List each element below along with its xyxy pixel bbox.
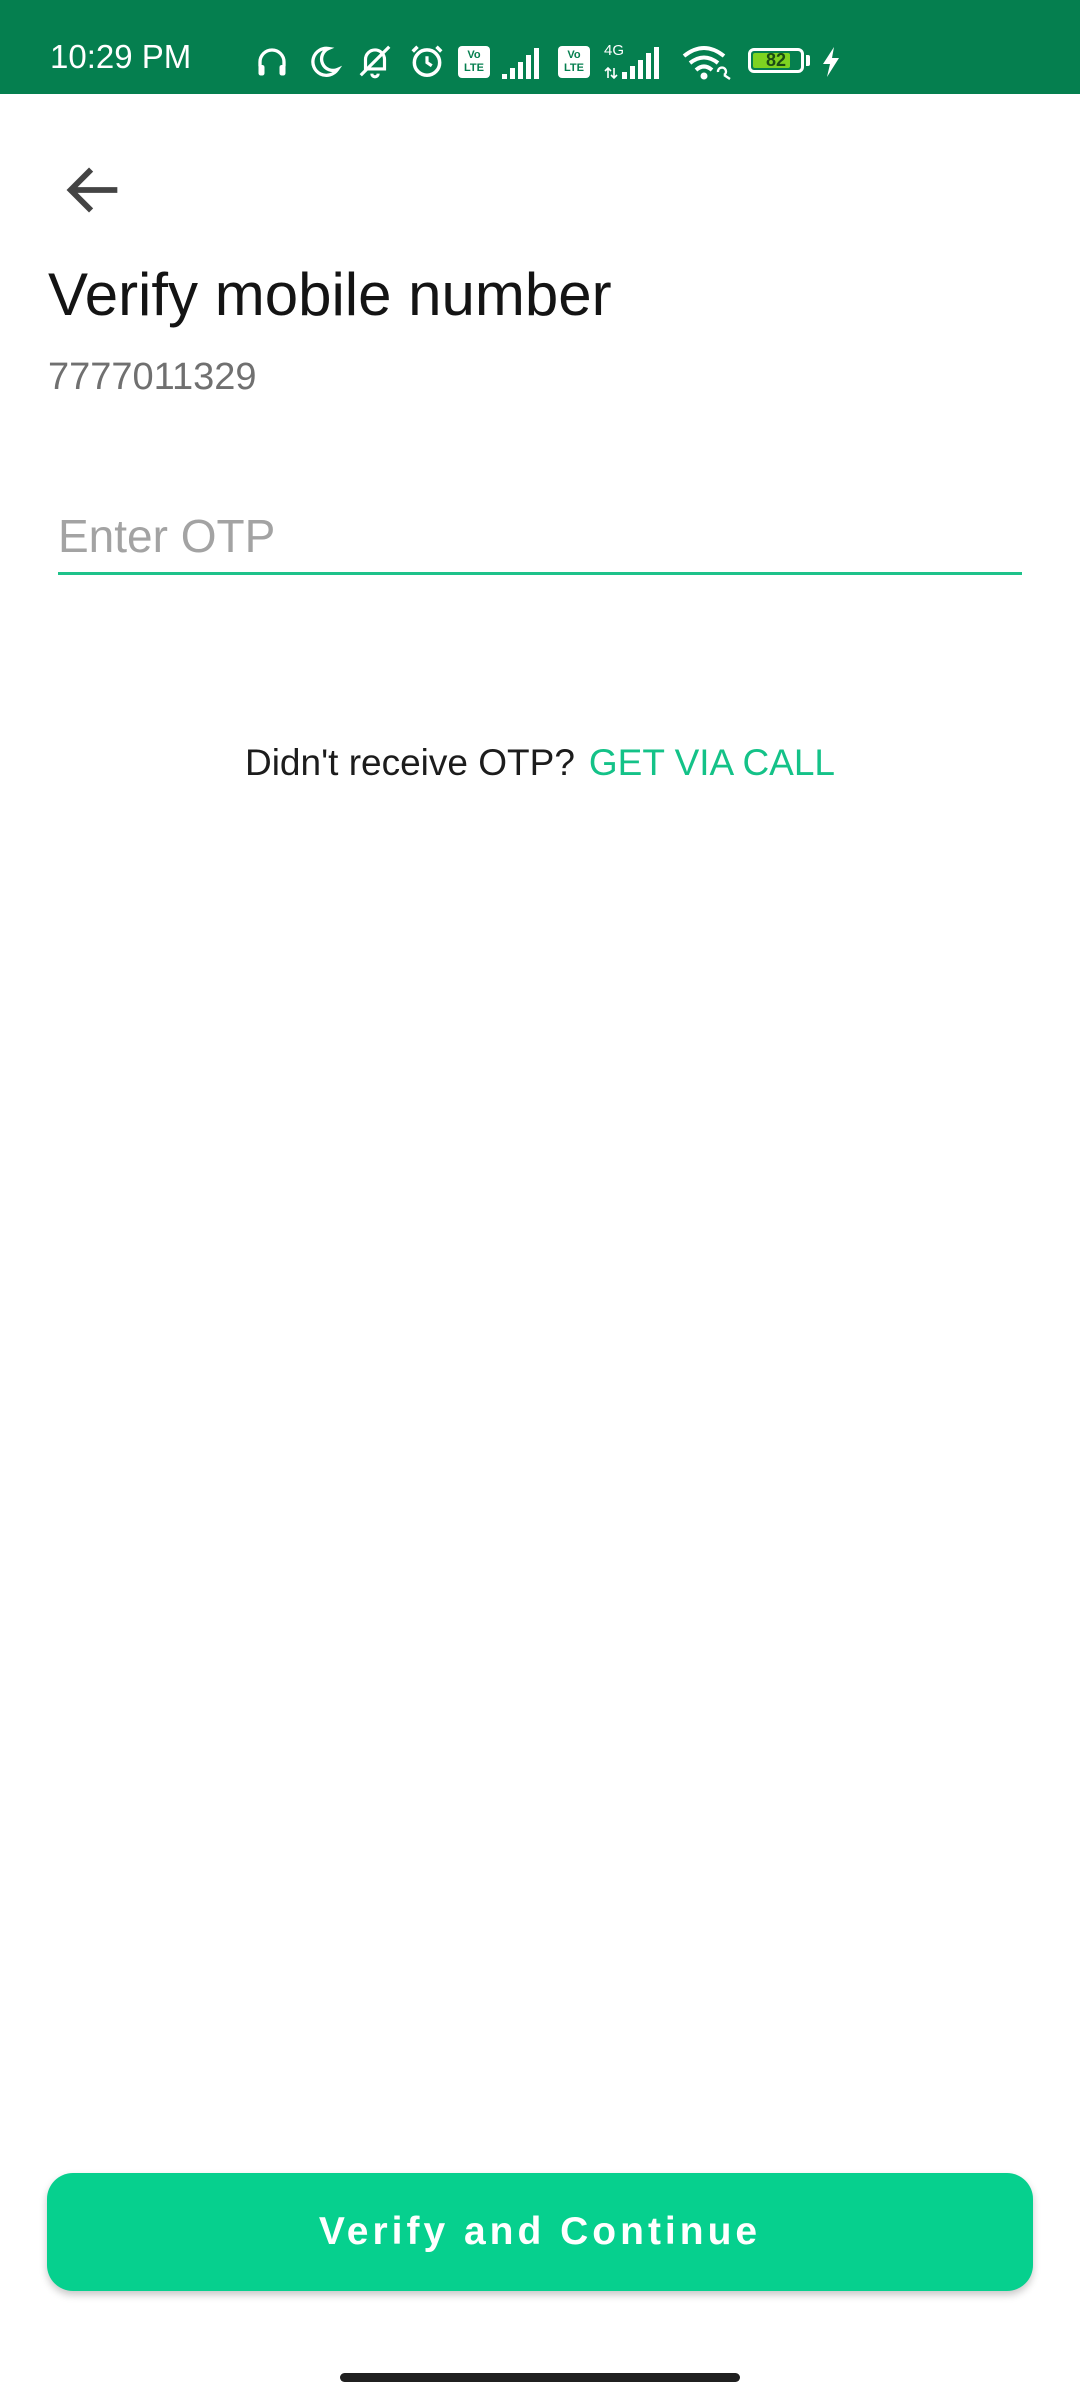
volte-icon: Vo LTE xyxy=(558,46,590,78)
status-bar: 10:29 PM Vo LTE Vo LTE 4G 82 xyxy=(0,0,1080,94)
otp-input[interactable] xyxy=(58,500,1022,575)
resend-prompt: Didn't receive OTP? xyxy=(244,742,575,783)
home-indicator[interactable] xyxy=(340,2373,740,2382)
back-button[interactable] xyxy=(44,140,144,240)
signal-4g-icon xyxy=(604,47,659,80)
volte-icon: Vo LTE xyxy=(458,46,490,78)
alarm-icon xyxy=(411,45,443,77)
headphones-icon xyxy=(258,48,286,76)
status-time: 10:29 PM xyxy=(50,38,192,75)
moon-icon xyxy=(311,46,342,77)
wifi-icon xyxy=(682,46,731,80)
signal-icon xyxy=(502,48,539,79)
arrow-left-icon xyxy=(66,167,118,213)
verify-and-continue-button[interactable]: Verify and Continue xyxy=(47,2173,1033,2291)
phone-number: 7777011329 xyxy=(48,356,257,398)
alarm-off-icon xyxy=(359,45,391,79)
battery-cap xyxy=(806,55,810,66)
battery-icon: 82 xyxy=(748,48,804,73)
get-via-call-link[interactable]: GET VIA CALL xyxy=(589,742,835,783)
charging-icon xyxy=(823,47,839,77)
battery-percent: 82 xyxy=(765,50,787,70)
resend-otp-row: Didn't receive OTP? GET VIA CALL xyxy=(0,742,1080,784)
page-title: Verify mobile number xyxy=(48,261,612,328)
